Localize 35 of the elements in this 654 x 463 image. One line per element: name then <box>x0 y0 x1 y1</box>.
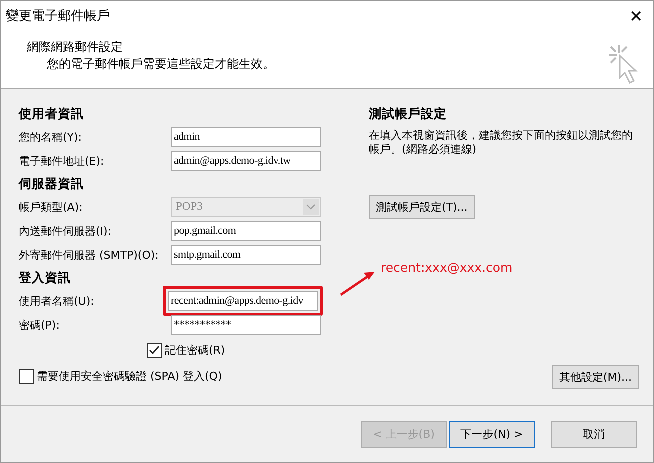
input-field[interactable]: *********** <box>171 315 321 335</box>
section-heading: 伺服器資訊 <box>19 175 85 193</box>
footer-button[interactable]: 下一步(N) > <box>449 420 535 448</box>
header-title: 網際網路郵件設定 <box>27 39 124 56</box>
close-button[interactable]: ✕ <box>630 6 643 26</box>
section-heading: 登入資訊 <box>19 269 72 287</box>
checkbox-label: 記住密碼(R) <box>165 342 226 358</box>
checkbox-label: 需要使用安全密碼驗證 (SPA) 登入(Q) <box>37 368 222 384</box>
checkbox[interactable] <box>19 368 34 384</box>
test-description: 在填入本視窗資訊後，建議您按下面的按鈕以測試您的帳戶。(網路必須連線) <box>369 129 634 157</box>
field-label: 電子郵件地址(E): <box>19 154 106 168</box>
field-label: 外寄郵件伺服器 (SMTP)(O): <box>19 248 160 262</box>
section-heading: 測試帳戶設定 <box>369 105 448 123</box>
field-label: 密碼(P): <box>19 318 61 332</box>
footer-button[interactable]: 取消 <box>551 420 637 448</box>
annotation-arrow <box>339 269 377 297</box>
input-field[interactable]: recent:admin@apps.demo-g.idv <box>168 291 318 311</box>
header-subtitle: 您的電子郵件帳戶需要這些設定才能生效。 <box>46 56 275 73</box>
test-account-button[interactable]: 測試帳戶設定(T)... <box>369 195 475 219</box>
field-label: 您的名稱(Y): <box>19 130 84 144</box>
input-field[interactable]: pop.gmail.com <box>171 221 321 241</box>
field-label: 帳戶類型(A): <box>19 200 84 214</box>
input-field[interactable]: admin <box>171 127 321 147</box>
field-label: 內送郵件伺服器(I): <box>19 224 113 238</box>
window-title: 變更電子郵件帳戶 <box>6 8 110 25</box>
field-label: 使用者名稱(U): <box>19 294 96 308</box>
input-field[interactable]: admin@apps.demo-g.idv.tw <box>171 151 321 171</box>
checkbox[interactable] <box>147 342 162 358</box>
checkbox-row[interactable]: 記住密碼(R) <box>19 337 323 363</box>
input-field[interactable]: smtp.gmail.com <box>171 245 321 265</box>
more-settings-button[interactable]: 其他設定(M)... <box>552 365 639 389</box>
chevron-down-icon <box>303 199 319 215</box>
annotation-text: recent:xxx@xxx.com <box>381 260 513 275</box>
section-heading: 使用者資訊 <box>19 105 85 123</box>
checkbox-row[interactable]: 需要使用安全密碼驗證 (SPA) 登入(Q) <box>19 363 323 389</box>
